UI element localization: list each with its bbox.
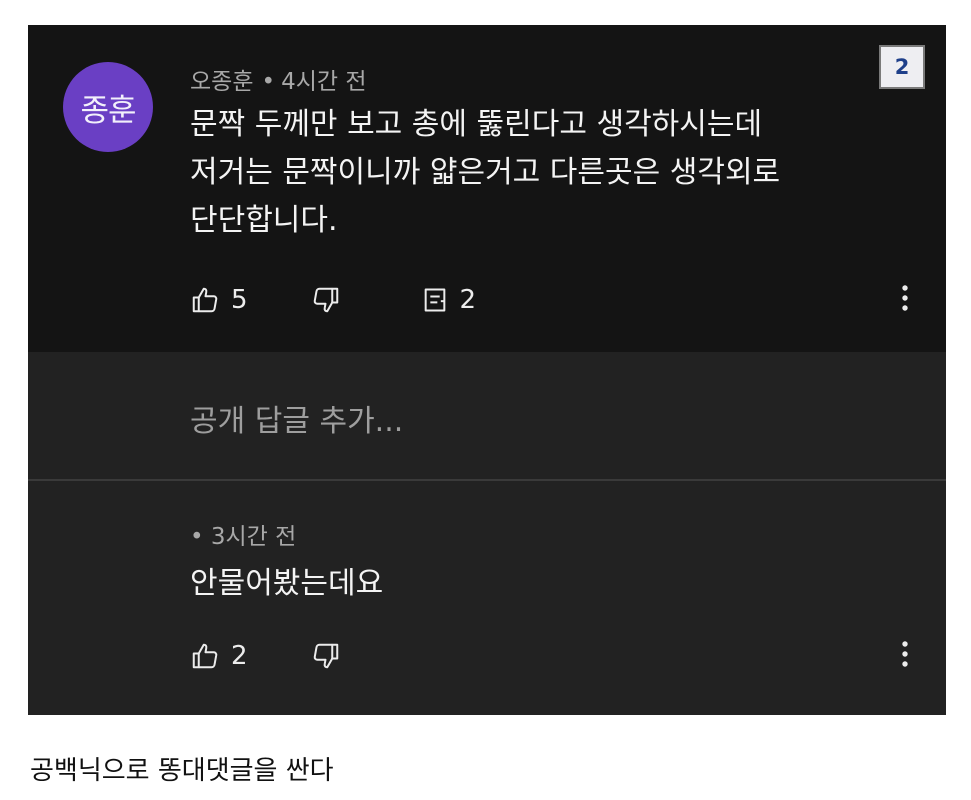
reply-input-area: 공개 답글 추가...	[28, 352, 946, 479]
top-comment: 종훈 오종훈 • 4시간 전 문짝 두께만 보고 총에 뚫린다고 생각하시는데 저거…	[28, 25, 946, 352]
comment-time: 4시간 전	[281, 69, 367, 95]
thumbs-up-icon	[190, 641, 220, 671]
reply-text: 안물어봤는데요	[190, 566, 384, 601]
reply-actions: 2	[190, 639, 341, 673]
reply-button[interactable]: 2	[421, 285, 477, 315]
comment-meta: 오종훈 • 4시간 전	[190, 62, 367, 96]
thumbs-down-icon	[311, 285, 341, 315]
reply-count: 2	[459, 285, 477, 315]
comment-more-button[interactable]	[895, 283, 915, 317]
thumbs-up-icon	[190, 285, 220, 315]
like-button[interactable]: 5	[190, 285, 248, 315]
reply-icon	[421, 286, 449, 314]
meta-separator: •	[190, 524, 204, 550]
comment-author[interactable]: 오종훈	[190, 69, 253, 95]
dislike-button[interactable]	[311, 641, 341, 671]
comment-screenshot: 종훈 오종훈 • 4시간 전 문짝 두께만 보고 총에 뚫린다고 생각하시는데 저거…	[28, 25, 946, 715]
avatar[interactable]: 종훈	[63, 62, 153, 152]
comment-text: 문짝 두께만 보고 총에 뚫린다고 생각하시는데 저거는 문짝이니까 얇은거고 …	[190, 107, 781, 238]
image-number-badge: 2	[879, 45, 925, 89]
thumbs-down-icon	[311, 641, 341, 671]
reply-input[interactable]: 공개 답글 추가...	[190, 396, 403, 440]
reply-time: 3시간 전	[210, 524, 297, 550]
more-vertical-icon	[901, 284, 909, 316]
like-count: 2	[231, 641, 248, 671]
more-vertical-icon	[901, 640, 909, 672]
like-count: 5	[231, 285, 248, 315]
reply-meta: • 3시간 전	[190, 517, 296, 551]
reply-more-button[interactable]	[895, 639, 915, 673]
meta-separator: •	[261, 69, 276, 95]
divider	[28, 479, 946, 481]
dislike-button[interactable]	[311, 285, 341, 315]
post-caption: 공백닉으로 똥대댓글을 싼다	[30, 756, 334, 786]
like-button[interactable]: 2	[190, 641, 248, 671]
comment-actions: 5 2	[190, 283, 476, 317]
